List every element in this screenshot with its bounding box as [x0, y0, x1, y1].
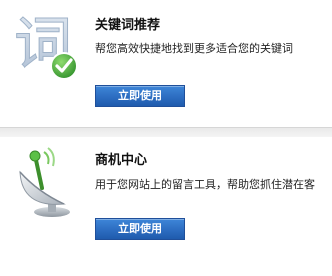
card-description: 用于您网站上的留言工具，帮助您抓住潜在客	[95, 178, 315, 191]
use-now-button[interactable]: 立即使用	[95, 85, 185, 107]
keyword-recommend-card: 词 关键词推荐 帮您高效快捷地找到更多适合您的关键词 立即使用	[0, 0, 332, 128]
satellite-dish-icon	[8, 142, 88, 222]
card-description: 帮您高效快捷地找到更多适合您的关键词	[95, 42, 293, 55]
use-now-button[interactable]: 立即使用	[95, 218, 185, 240]
card-title: 商机中心	[95, 153, 148, 168]
tools-panel: 词 关键词推荐 帮您高效快捷地找到更多适合您的关键词 立即使用 商机中心 用于您…	[0, 0, 332, 276]
business-center-card: 商机中心 用于您网站上的留言工具，帮助您抓住潜在客 立即使用	[0, 136, 332, 276]
word-badge-check-icon: 词	[8, 4, 88, 84]
card-title: 关键词推荐	[95, 18, 161, 33]
